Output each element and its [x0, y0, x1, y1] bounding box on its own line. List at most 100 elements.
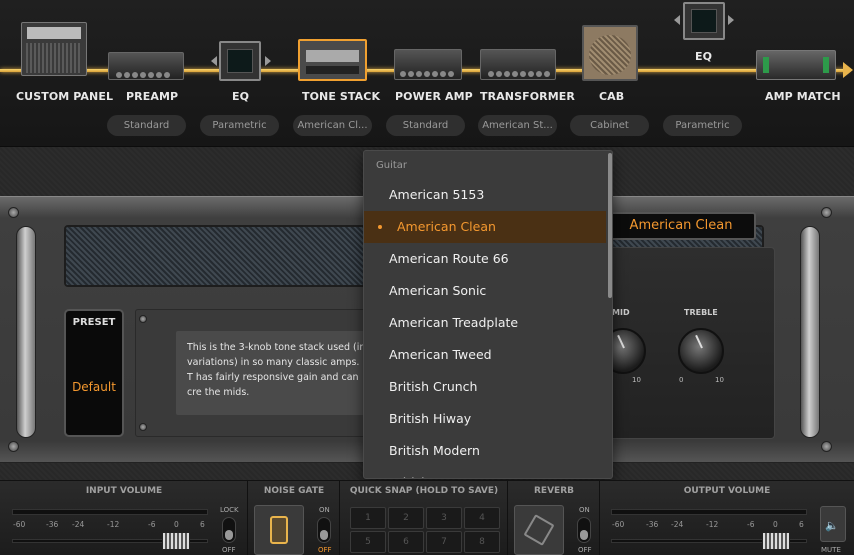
output-volume-fader[interactable]	[762, 532, 790, 550]
dropdown-item-label: American Clean	[397, 219, 496, 234]
chevron-left-icon[interactable]	[674, 15, 680, 25]
dropdown-item[interactable]: British Hiway	[364, 403, 606, 435]
dropdown-item[interactable]: American Treadplate	[364, 307, 606, 339]
eq-icon	[219, 41, 261, 81]
preamp-icon	[108, 52, 184, 80]
chain-label-preamp: PREAMP	[126, 90, 179, 103]
dropdown-item[interactable]: American Tweed	[364, 339, 606, 371]
transformer-type-pill[interactable]: American St...	[478, 115, 557, 136]
chain-label-eq-1: EQ	[232, 90, 250, 103]
reverb-off-label: OFF	[578, 546, 592, 554]
dropdown-item[interactable]: American 5153	[364, 179, 606, 211]
noise-gate-off-label: OFF	[318, 546, 332, 554]
pedal-icon	[270, 516, 288, 544]
screw-icon	[8, 441, 19, 452]
model-description: This is the 3-knob tone stack used (in v…	[187, 342, 366, 398]
input-scale-label: 6	[200, 520, 205, 529]
input-scale-label: -60	[13, 520, 26, 529]
input-scale-label: -12	[107, 520, 120, 529]
eq-1-type-pill[interactable]: Parametric	[200, 115, 279, 136]
preset-value: Default	[72, 380, 116, 394]
output-scale-label: 0	[773, 520, 778, 529]
noise-gate-pedal-button[interactable]	[254, 505, 304, 555]
tone-stack-type-pill[interactable]: American Cl...	[293, 115, 372, 136]
reverb-toggle[interactable]	[577, 517, 591, 543]
custom-panel-amp-icon	[21, 22, 87, 76]
chain-label-tone-stack: TONE STACK	[302, 90, 381, 103]
chain-label-transformer: TRANSFORMER	[480, 90, 575, 103]
mute-label: MUTE	[821, 546, 841, 554]
chain-label-eq-2: EQ	[695, 50, 713, 63]
quick-snap-slot-1[interactable]: 1	[350, 507, 386, 529]
cab-type-pill[interactable]: Cabinet	[570, 115, 649, 136]
quick-snap-slot-2[interactable]: 2	[388, 507, 424, 529]
input-scale-label: 0	[174, 520, 179, 529]
power-amp-icon	[394, 49, 462, 80]
signal-chain: CUSTOM PANEL PREAMP Standard EQ Parametr…	[0, 0, 854, 147]
dropdown-group-header: Guitar	[376, 160, 408, 171]
cabinet-icon	[582, 25, 638, 81]
reverb-title: REVERB	[534, 486, 574, 496]
quick-snap-slot-5[interactable]: 5	[350, 531, 386, 553]
lock-off-label: OFF	[222, 546, 236, 554]
eq-2-type-pill[interactable]: Parametric	[663, 115, 742, 136]
chevron-left-icon[interactable]	[211, 56, 217, 66]
screw-icon	[821, 207, 832, 218]
input-volume-title: INPUT VOLUME	[85, 486, 163, 496]
input-scale-label: -24	[72, 520, 85, 529]
dropdown-scrollbar[interactable]	[608, 153, 612, 298]
signal-arrow-icon	[843, 62, 853, 78]
dropdown-item-selected[interactable]: American Clean	[364, 211, 606, 243]
tone-stack-model-dropdown[interactable]: Guitar American 5153 American Clean Amer…	[363, 150, 613, 479]
screw-icon	[8, 207, 19, 218]
input-volume-fader[interactable]	[162, 532, 190, 550]
quick-snap-slot-4[interactable]: 4	[464, 507, 500, 529]
eq-icon	[683, 2, 725, 40]
reverb-on-label: ON	[579, 506, 590, 514]
output-scale-label: -36	[646, 520, 659, 529]
treble-knob-max: 10	[715, 376, 724, 384]
dropdown-item[interactable]: British Modern	[364, 435, 606, 467]
output-scale-label: 6	[799, 520, 804, 529]
quick-snap-slot-7[interactable]: 7	[426, 531, 462, 553]
mute-button[interactable]: 🔈	[820, 506, 846, 542]
quick-snap-slot-6[interactable]: 6	[388, 531, 424, 553]
transformer-icon	[480, 49, 556, 80]
dropdown-item[interactable]: British Crunch	[364, 371, 606, 403]
noise-gate-on-label: ON	[319, 506, 330, 514]
noise-gate-toggle[interactable]	[317, 517, 331, 543]
input-scale-label: -36	[46, 520, 59, 529]
chevron-right-icon[interactable]	[728, 15, 734, 25]
quick-snap-slot-3[interactable]: 3	[426, 507, 462, 529]
preamp-type-pill[interactable]: Standard	[107, 115, 186, 136]
input-meter	[12, 509, 208, 515]
reverb-button[interactable]	[514, 505, 564, 555]
screw-icon	[139, 315, 147, 323]
mid-knob-max: 10	[632, 376, 641, 384]
chevron-right-icon[interactable]	[265, 56, 271, 66]
selected-bullet-icon	[378, 225, 382, 229]
rack-handle-left	[16, 226, 36, 438]
dropdown-item[interactable]: American Route 66	[364, 243, 606, 275]
preset-label: PRESET	[72, 317, 116, 328]
treble-knob[interactable]	[678, 328, 724, 374]
chain-label-cab: CAB	[599, 90, 625, 103]
reverb-cube-icon	[523, 514, 555, 546]
output-scale-label: -12	[706, 520, 719, 529]
rack-handle-right	[800, 226, 820, 438]
dropdown-item[interactable]: American Sonic	[364, 275, 606, 307]
output-scale-label: -24	[671, 520, 684, 529]
output-volume-title: OUTPUT VOLUME	[683, 486, 771, 496]
amp-match-icon	[756, 50, 836, 80]
chain-label-power-amp: POWER AMP	[395, 90, 473, 103]
knob-label-mid: MID	[612, 308, 630, 317]
quick-snap-title: QUICK SNAP (HOLD TO SAVE)	[349, 486, 499, 496]
dropdown-item[interactable]: British Top Boost	[364, 467, 606, 478]
preset-selector[interactable]: PRESET Default	[64, 309, 124, 437]
output-meter	[611, 509, 807, 515]
quick-snap-slot-8[interactable]: 8	[464, 531, 500, 553]
input-lock-toggle[interactable]	[222, 517, 236, 543]
screw-icon	[821, 441, 832, 452]
power-amp-type-pill[interactable]: Standard	[386, 115, 465, 136]
noise-gate-title: NOISE GATE	[263, 486, 325, 496]
